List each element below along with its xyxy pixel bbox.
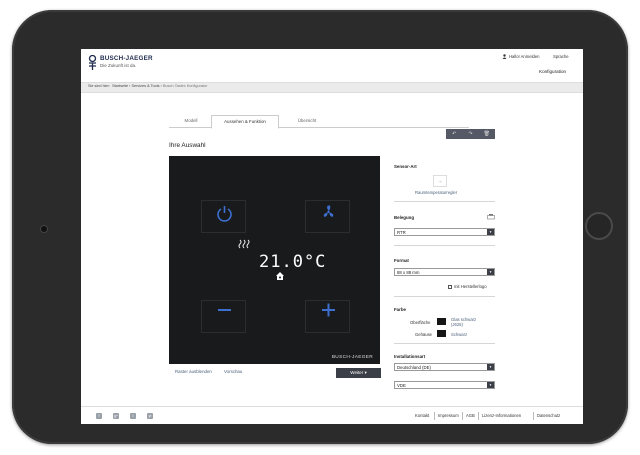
fan-button[interactable] (305, 200, 350, 233)
norm-value: VDE (397, 383, 406, 388)
brand-name[interactable]: BUSCH-JAEGER (100, 55, 153, 62)
format-select[interactable]: 88 x 88 mm ▾ (394, 268, 495, 276)
installation-label: Installationsart (394, 354, 426, 359)
twitter-icon[interactable]: t (130, 413, 136, 419)
breadcrumb-prefix: Sie sind hier: (88, 84, 110, 88)
norm-select[interactable]: VDE ▾ (394, 381, 495, 389)
installation-value: Deutschland (DE) (397, 365, 431, 370)
footer-link-terms[interactable]: AGB (466, 413, 475, 418)
surface-label: Oberfläche (410, 320, 431, 325)
device-brand-label: BUSCH-JAEGER (331, 355, 373, 360)
housing-label: Gehäuse (415, 332, 432, 337)
chevron-down-icon: ▾ (487, 364, 494, 370)
tab-uebersicht[interactable]: Übersicht (291, 115, 323, 127)
chevron-down-icon: ▾ (487, 382, 494, 388)
format-label: Format (394, 258, 409, 263)
divider (394, 296, 495, 297)
brand-tagline: Die Zukunft ist da. (100, 63, 137, 68)
undo-icon[interactable]: ↶ (446, 129, 462, 139)
tab-aussehen-funktion[interactable]: Aussehen & Funktion (211, 115, 279, 129)
hide-grid-link[interactable]: Raster ausblenden (175, 369, 212, 374)
home-button[interactable] (585, 212, 613, 240)
footer-separator (533, 412, 534, 420)
temperature-display: 21.0°C (259, 252, 327, 272)
minus-icon (218, 309, 231, 311)
assignment-select[interactable]: RTR ▾ (394, 228, 495, 236)
tab-modell[interactable]: Modell (176, 115, 206, 127)
assignment-value: RTR (397, 230, 406, 235)
sensor-type-label: Sensor-Art (394, 164, 417, 169)
selection-heading: Ihre Auswahl (169, 142, 206, 149)
home-icon (276, 272, 284, 280)
footer-link-licenses[interactable]: Lizenz-Informationen (482, 413, 521, 418)
divider (394, 245, 495, 246)
minus-button[interactable] (201, 300, 246, 333)
breadcrumb-current: Busch-Tastex Konfigurator (162, 84, 208, 88)
housing-color-swatch[interactable] (437, 330, 446, 337)
breadcrumb-home[interactable]: Startseite (112, 84, 128, 88)
google-plus-icon[interactable]: g+ (113, 413, 119, 419)
divider (394, 343, 495, 344)
device-preview: 21.0°C BUSCH-JAEGER (169, 156, 380, 364)
power-icon (217, 206, 232, 222)
fan-icon (323, 205, 334, 217)
chevron-down-icon: ▾ (487, 269, 494, 275)
assignment-label: Belegung (394, 215, 415, 220)
footer-link-imprint[interactable]: Impressum (438, 413, 459, 418)
footer-separator (478, 412, 479, 420)
footer-link-privacy[interactable]: Datenschutz (537, 413, 560, 418)
color-label: Farbe (394, 307, 406, 312)
edit-toolbar: ↶ ↷ 🗑 (446, 129, 495, 139)
plus-icon (322, 303, 335, 317)
surface-color-swatch[interactable] (437, 318, 446, 325)
youtube-icon[interactable]: yt (147, 413, 153, 419)
next-button-label: Weiter (350, 370, 364, 375)
plus-button[interactable] (305, 300, 350, 333)
facebook-icon[interactable]: f (96, 413, 102, 419)
next-button[interactable]: Weiter ▾ (336, 368, 381, 378)
screen: BUSCH-JAEGER Die Zukunft ist da. Hallo! … (81, 49, 583, 424)
footer-separator (462, 412, 463, 420)
user-icon (502, 54, 507, 59)
format-value: 88 x 88 mm (397, 270, 420, 275)
sensor-type-value[interactable]: Raumtemperaturregler (415, 190, 457, 195)
printer-icon[interactable] (487, 214, 495, 220)
breadcrumb-services[interactable]: Services & Tools (132, 84, 160, 88)
heating-icon (238, 239, 250, 249)
login-link[interactable]: Hallo! Anmelden (502, 54, 540, 59)
footer-separator (434, 412, 435, 420)
preview-link[interactable]: Vorschau (224, 369, 242, 374)
footer-link-contact[interactable]: Kontakt (415, 413, 429, 418)
login-label: Hallo! Anmelden (509, 54, 540, 59)
logo-checkbox[interactable] (448, 285, 452, 289)
divider (394, 201, 495, 202)
surface-value[interactable]: Glas schwarz (J625) (451, 317, 487, 327)
power-button[interactable] (201, 200, 246, 233)
language-link[interactable]: Sprache (553, 54, 569, 59)
installation-select[interactable]: Deutschland (DE) ▾ (394, 363, 495, 371)
housing-value[interactable]: Schwarz (451, 332, 467, 337)
page-title: Konfiguration (539, 69, 567, 74)
front-camera (41, 226, 47, 232)
breadcrumb: Sie sind hier: Startseite › Services & T… (88, 84, 208, 88)
logo-checkbox-label: mit Herstellerlogo (454, 284, 487, 289)
redo-icon[interactable]: ↷ (462, 129, 478, 139)
footer-divider (81, 406, 583, 407)
busch-jaeger-logo-icon (88, 55, 97, 70)
tablet-frame: BUSCH-JAEGER Die Zukunft ist da. Hallo! … (12, 10, 628, 444)
delete-icon[interactable]: 🗑 (479, 129, 495, 139)
chevron-down-icon: ▾ (487, 229, 494, 235)
sensor-thumbnail-icon[interactable]: ⊸ (433, 175, 447, 187)
